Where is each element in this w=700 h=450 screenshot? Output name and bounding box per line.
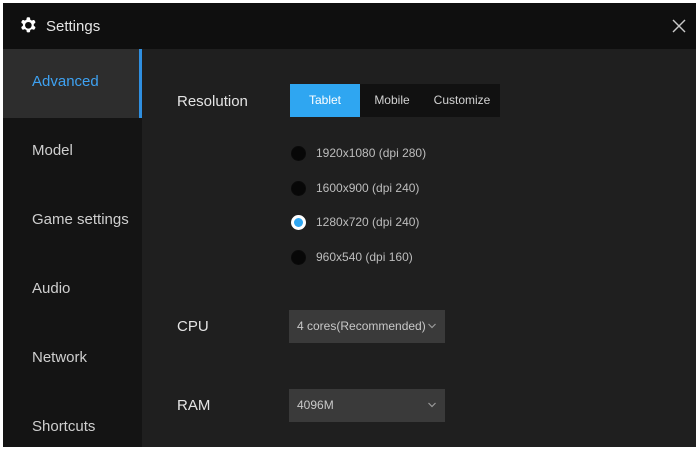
gear-icon <box>21 17 36 33</box>
resolution-mode-tabs: Tablet Mobile Customize <box>290 84 500 117</box>
settings-window: Settings Advanced Model Game settings Au… <box>3 3 696 447</box>
sidebar-item-network[interactable]: Network <box>3 325 142 394</box>
resolution-option-label: 1920x1080 (dpi 280) <box>316 146 427 160</box>
radio-button-selected[interactable] <box>291 214 306 230</box>
ram-select-value: 4096M <box>297 398 334 412</box>
settings-content: Resolution Tablet Mobile Customize 1920x… <box>142 49 696 447</box>
window-title: Settings <box>46 18 101 35</box>
tab-customize[interactable]: Customize <box>424 84 500 117</box>
cpu-label: CPU <box>177 318 209 335</box>
close-icon[interactable] <box>668 15 690 37</box>
sidebar-item-audio[interactable]: Audio <box>3 256 142 325</box>
ram-label: RAM <box>177 397 211 414</box>
resolution-option-1280x720[interactable]: 1280x720 (dpi 240) <box>291 212 419 232</box>
resolution-option-label: 1280x720 (dpi 240) <box>316 215 420 229</box>
sidebar-item-label: Advanced <box>32 73 99 90</box>
sidebar-item-shortcuts[interactable]: Shortcuts <box>3 394 142 447</box>
sidebar-item-game-settings[interactable]: Game settings <box>3 187 142 256</box>
radio-button[interactable] <box>291 249 306 265</box>
radio-button[interactable] <box>291 180 306 196</box>
resolution-option-label: 1600x900 (dpi 240) <box>316 181 420 195</box>
chevron-down-icon <box>428 323 436 329</box>
cpu-select-value: 4 cores(Recommended) <box>297 319 426 333</box>
resolution-option-label: 960x540 (dpi 160) <box>316 250 413 264</box>
resolution-label: Resolution <box>177 93 248 110</box>
ram-select[interactable]: 4096M <box>289 389 445 422</box>
resolution-option-960x540[interactable]: 960x540 (dpi 160) <box>291 247 413 267</box>
sidebar-item-label: Audio <box>32 280 71 297</box>
sidebar-item-label: Game settings <box>32 211 129 228</box>
sidebar-item-label: Network <box>32 349 88 366</box>
tab-tablet[interactable]: Tablet <box>290 84 360 117</box>
sidebar-item-label: Model <box>32 142 73 159</box>
sidebar-item-advanced[interactable]: Advanced <box>3 49 142 118</box>
sidebar: Advanced Model Game settings Audio Netwo… <box>3 49 142 447</box>
tab-mobile[interactable]: Mobile <box>360 84 424 117</box>
radio-button[interactable] <box>291 145 306 161</box>
chevron-down-icon <box>428 402 436 408</box>
cpu-select[interactable]: 4 cores(Recommended) <box>289 310 445 343</box>
sidebar-item-label: Shortcuts <box>32 418 96 435</box>
title-bar: Settings <box>3 3 696 49</box>
resolution-option-1920x1080[interactable]: 1920x1080 (dpi 280) <box>291 143 426 163</box>
resolution-option-1600x900[interactable]: 1600x900 (dpi 240) <box>291 178 419 198</box>
sidebar-item-model[interactable]: Model <box>3 118 142 187</box>
